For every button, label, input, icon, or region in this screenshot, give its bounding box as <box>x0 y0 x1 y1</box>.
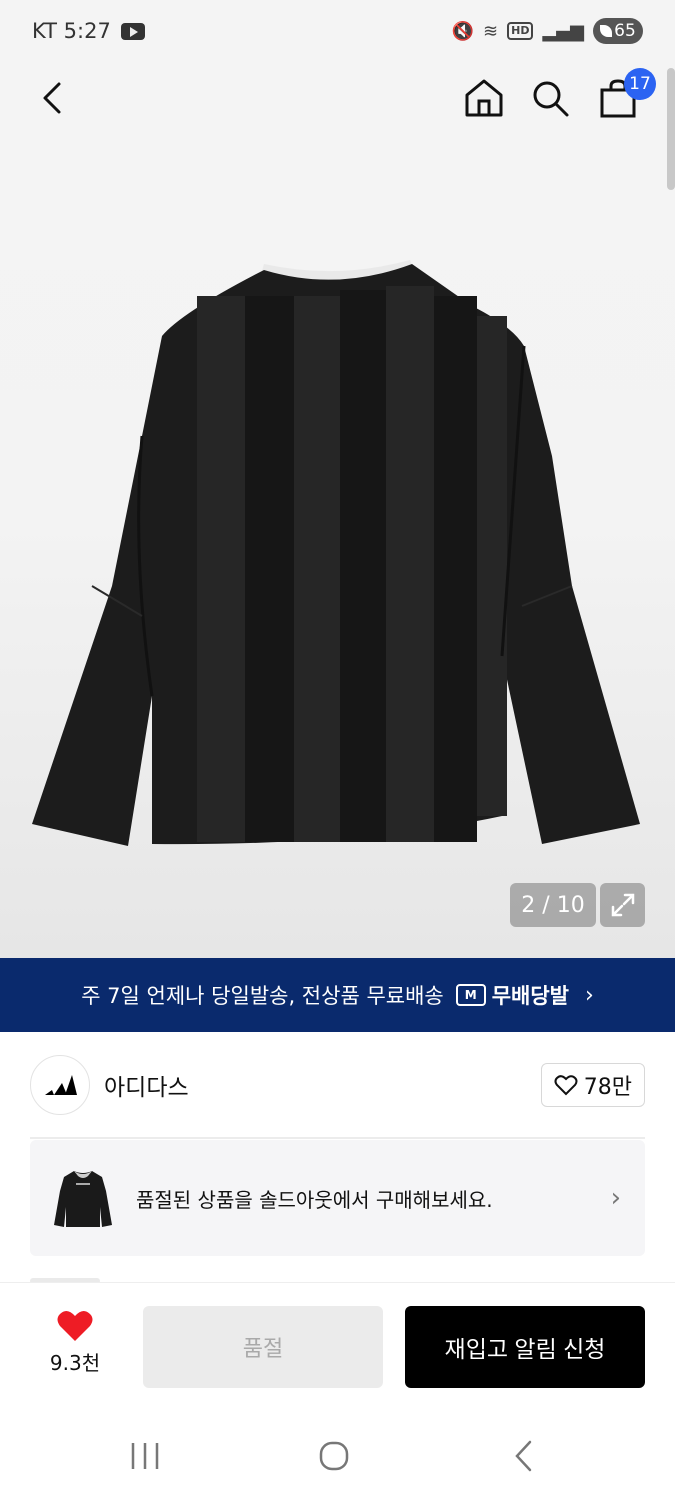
home-icon <box>465 79 503 117</box>
image-counter: 2 / 10 <box>510 883 596 927</box>
power-save-icon <box>600 25 613 37</box>
product-image <box>32 260 640 846</box>
soldout-promo-card[interactable]: 품절된 상품을 솔드아웃에서 구매해보세요. › <box>30 1140 645 1256</box>
recent-apps-icon <box>131 1443 159 1469</box>
heart-outline-icon <box>554 1075 578 1096</box>
home-circle-icon <box>319 1441 349 1471</box>
shipping-promo-banner[interactable]: 주 7일 언제나 당일발송, 전상품 무료배송 M 무배당발 › <box>0 958 675 1032</box>
back-system-button[interactable] <box>494 1436 554 1476</box>
bottom-action-bar: 9.3천 품절 재입고 알림 신청 <box>0 1282 675 1412</box>
search-button[interactable] <box>524 72 576 124</box>
carrier-time: KT 5:27 <box>32 19 111 43</box>
wishlist-button[interactable]: 9.3천 <box>40 1309 110 1376</box>
search-icon <box>533 81 569 117</box>
brand-name[interactable]: 아디다스 <box>104 1068 189 1102</box>
chevron-left-icon <box>43 82 61 114</box>
product-image-gallery[interactable]: 17 2 / 10 <box>0 0 675 958</box>
signal-icon: ▂▄▆ <box>542 20 584 42</box>
expand-image-button[interactable] <box>600 883 645 927</box>
divider <box>30 1137 645 1139</box>
home-system-button[interactable] <box>304 1436 364 1476</box>
brand-like-count: 78만 <box>583 1075 632 1100</box>
cart-count-badge: 17 <box>624 68 656 100</box>
soldout-button[interactable]: 품절 <box>143 1306 383 1388</box>
mute-icon: 🔇 <box>451 20 475 42</box>
heart-filled-icon <box>57 1310 93 1341</box>
brand-logo[interactable] <box>30 1055 90 1115</box>
battery-indicator: 65 <box>593 18 643 44</box>
product-thumbnail <box>54 1163 112 1233</box>
youtube-icon <box>120 22 145 40</box>
chevron-right-icon: › <box>610 1183 621 1213</box>
chevron-right-icon: › <box>585 982 594 1008</box>
banner-badge-text: 무배당발 <box>491 984 569 1008</box>
soldout-card-text: 품절된 상품을 솔드아웃에서 구매해보세요. <box>136 1187 493 1212</box>
expand-icon <box>611 893 634 917</box>
brand-row: 아디다스 78만 <box>30 1053 645 1117</box>
adidas-logo-icon <box>45 1075 77 1095</box>
restock-alert-button[interactable]: 재입고 알림 신청 <box>405 1306 645 1388</box>
brand-like-button[interactable]: 78만 <box>540 1063 645 1107</box>
wifi-icon: ≋ <box>483 20 499 42</box>
home-button[interactable] <box>458 72 510 124</box>
system-navigation-bar <box>0 1412 675 1500</box>
back-button[interactable] <box>26 72 78 124</box>
delivery-truck-icon: M <box>455 984 486 1006</box>
hd-icon: HD <box>507 22 534 40</box>
cart-button[interactable]: 17 <box>592 68 656 124</box>
chevron-left-icon <box>515 1440 532 1472</box>
top-navigation: 17 <box>0 62 675 138</box>
banner-badge: M 무배당발 <box>455 980 569 1010</box>
wishlist-count: 9.3천 <box>49 1351 101 1375</box>
recent-apps-button[interactable] <box>115 1436 175 1476</box>
banner-text: 주 7일 언제나 당일발송, 전상품 무료배송 <box>81 984 444 1008</box>
battery-level: 65 <box>614 21 636 41</box>
status-bar: KT 5:27 🔇 ≋ HD ▂▄▆ 65 <box>0 0 675 62</box>
